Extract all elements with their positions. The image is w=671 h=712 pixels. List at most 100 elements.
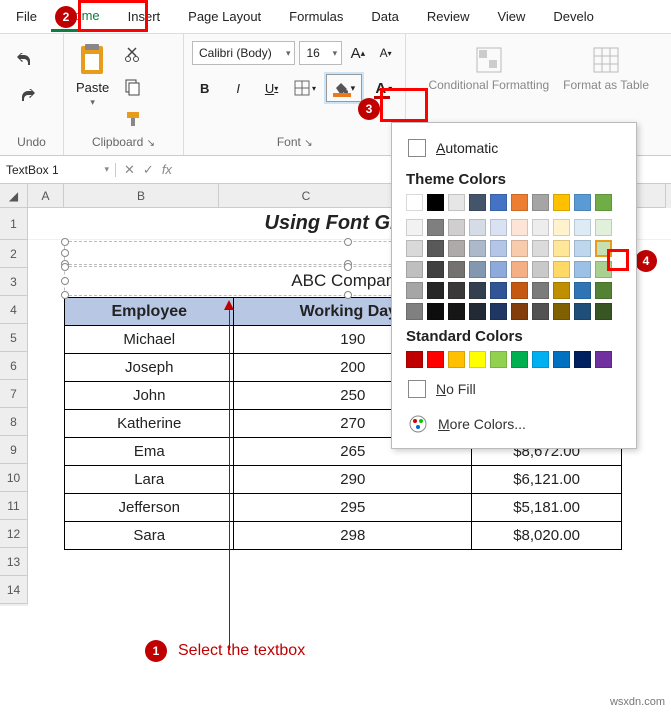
color-swatch[interactable] <box>532 194 549 211</box>
redo-button[interactable] <box>12 84 40 110</box>
table-cell[interactable]: 298 <box>234 522 472 550</box>
color-swatch[interactable] <box>553 240 570 257</box>
row-header[interactable]: 2 <box>0 240 28 268</box>
tab-file[interactable]: File <box>2 3 51 30</box>
row-header[interactable]: 11 <box>0 492 28 520</box>
row-header[interactable]: 5 <box>0 324 28 352</box>
table-cell[interactable]: Michael <box>65 326 234 354</box>
color-swatch[interactable] <box>595 351 612 368</box>
name-box[interactable]: TextBox 1▾ <box>0 163 116 177</box>
col-header[interactable]: A <box>28 184 64 208</box>
automatic-option[interactable]: Automatic <box>406 133 622 163</box>
underline-button[interactable]: U ▾ <box>259 75 284 101</box>
table-cell[interactable]: John <box>65 382 234 410</box>
table-cell[interactable]: $6,121.00 <box>472 466 622 494</box>
undo-button[interactable] <box>12 48 40 74</box>
table-cell[interactable]: Lara <box>65 466 234 494</box>
color-swatch[interactable] <box>532 240 549 257</box>
table-cell[interactable]: Joseph <box>65 354 234 382</box>
color-swatch[interactable] <box>427 282 444 299</box>
color-swatch[interactable] <box>511 303 528 320</box>
color-swatch[interactable] <box>490 219 507 236</box>
color-swatch[interactable] <box>511 261 528 278</box>
tab-page-layout[interactable]: Page Layout <box>174 3 275 30</box>
table-cell[interactable]: $8,020.00 <box>472 522 622 550</box>
row-header[interactable]: 8 <box>0 408 28 436</box>
format-as-table-button[interactable]: Format as Table <box>563 46 649 92</box>
color-swatch[interactable] <box>574 219 591 236</box>
color-swatch[interactable] <box>406 282 423 299</box>
table-cell[interactable]: Jefferson <box>65 494 234 522</box>
table-cell[interactable]: Katherine <box>65 410 234 438</box>
table-cell[interactable]: Ema <box>65 438 234 466</box>
color-swatch[interactable] <box>553 261 570 278</box>
select-all-corner[interactable]: ◢ <box>0 184 28 208</box>
col-header[interactable]: B <box>64 184 219 208</box>
row-header[interactable]: 14 <box>0 576 28 604</box>
color-swatch[interactable] <box>406 261 423 278</box>
color-swatch[interactable] <box>553 303 570 320</box>
tab-developer[interactable]: Develo <box>539 3 607 30</box>
color-swatch[interactable] <box>553 194 570 211</box>
row-header[interactable]: 10 <box>0 464 28 492</box>
fx-label[interactable]: fx <box>162 162 172 177</box>
row-header[interactable]: 7 <box>0 380 28 408</box>
color-swatch[interactable] <box>490 282 507 299</box>
row-header[interactable]: 4 <box>0 296 28 324</box>
increase-font-button[interactable]: A▴ <box>346 40 370 66</box>
italic-button[interactable]: I <box>225 75 250 101</box>
color-swatch[interactable] <box>469 219 486 236</box>
color-swatch[interactable] <box>469 261 486 278</box>
bold-button[interactable]: B <box>192 75 217 101</box>
row-header[interactable]: 13 <box>0 548 28 576</box>
color-swatch[interactable] <box>574 261 591 278</box>
decrease-font-button[interactable]: A▾ <box>374 40 398 66</box>
color-swatch[interactable] <box>406 219 423 236</box>
tab-data[interactable]: Data <box>357 3 412 30</box>
enter-icon[interactable]: ✓ <box>143 162 154 178</box>
paste-button[interactable]: Paste ▾ <box>72 40 113 132</box>
color-swatch[interactable] <box>574 240 591 257</box>
color-swatch[interactable] <box>406 194 423 211</box>
tab-review[interactable]: Review <box>413 3 484 30</box>
table-cell[interactable]: 290 <box>234 466 472 494</box>
color-swatch[interactable] <box>427 303 444 320</box>
color-swatch[interactable] <box>490 261 507 278</box>
table-cell[interactable]: 295 <box>234 494 472 522</box>
color-swatch[interactable] <box>511 282 528 299</box>
color-swatch[interactable] <box>427 240 444 257</box>
more-colors-option[interactable]: More Colors... <box>406 406 622 442</box>
color-swatch[interactable] <box>532 303 549 320</box>
table-cell[interactable]: $5,181.00 <box>472 494 622 522</box>
no-fill-option[interactable]: No Fill <box>406 372 622 406</box>
font-size-combo[interactable]: 16 <box>299 41 342 65</box>
color-swatch[interactable] <box>469 351 486 368</box>
row-header[interactable]: 9 <box>0 436 28 464</box>
color-swatch[interactable] <box>490 240 507 257</box>
color-swatch[interactable] <box>490 303 507 320</box>
color-swatch[interactable] <box>448 219 465 236</box>
color-swatch[interactable] <box>448 282 465 299</box>
color-swatch[interactable] <box>406 351 423 368</box>
conditional-formatting-button[interactable]: Conditional Formatting <box>428 46 549 92</box>
cut-button[interactable] <box>119 42 147 68</box>
row-header[interactable]: 6 <box>0 352 28 380</box>
color-swatch[interactable] <box>553 282 570 299</box>
color-swatch[interactable] <box>448 351 465 368</box>
color-swatch[interactable] <box>532 261 549 278</box>
color-swatch[interactable] <box>574 351 591 368</box>
format-painter-button[interactable] <box>119 106 147 132</box>
color-swatch[interactable] <box>448 261 465 278</box>
color-swatch[interactable] <box>595 219 612 236</box>
color-swatch[interactable] <box>469 194 486 211</box>
color-swatch[interactable] <box>427 261 444 278</box>
color-swatch[interactable] <box>511 194 528 211</box>
row-header[interactable]: 12 <box>0 520 28 548</box>
color-swatch[interactable] <box>427 194 444 211</box>
color-swatch[interactable] <box>595 194 612 211</box>
color-swatch[interactable] <box>469 303 486 320</box>
copy-button[interactable] <box>119 74 147 100</box>
font-name-combo[interactable]: Calibri (Body) <box>192 41 295 65</box>
color-swatch[interactable] <box>553 219 570 236</box>
cancel-icon[interactable]: ✕ <box>124 162 135 178</box>
